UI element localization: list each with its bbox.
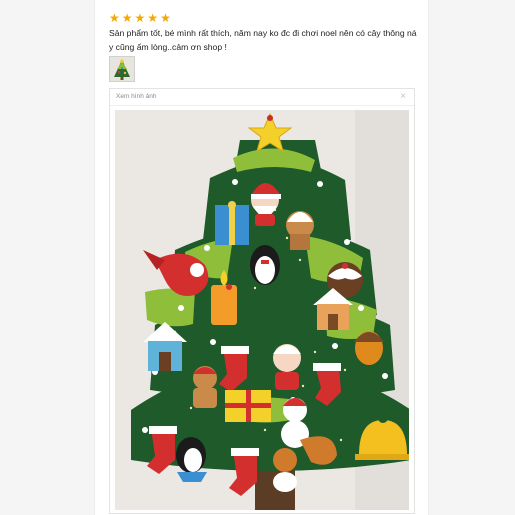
mrs-claus-ornament	[273, 344, 301, 390]
review-card: ★ ★ ★ ★ ★ Sản phẩm tốt, bé mình rất thíc…	[94, 0, 429, 515]
image-viewer-title: Xem hình ảnh	[116, 93, 157, 100]
christmas-tree-photo	[115, 110, 409, 510]
yellow-gift-ornament	[225, 390, 271, 422]
image-viewer: Xem hình ảnh ×	[109, 88, 415, 514]
review-photo	[115, 110, 409, 510]
penguin-ornament	[176, 437, 207, 482]
penguin-ornament	[250, 245, 280, 285]
star-icon: ★	[121, 11, 133, 25]
blue-gift-ornament	[215, 201, 249, 245]
star-icon: ★	[147, 11, 159, 25]
image-viewer-header: Xem hình ảnh ×	[110, 89, 414, 106]
rating-stars: ★ ★ ★ ★ ★	[109, 11, 171, 25]
star-icon: ★	[109, 11, 120, 25]
gingerbread-ornament	[286, 211, 314, 250]
star-icon: ★	[134, 11, 146, 25]
review-text: Sản phẩm tốt, bé mình rất thích, năm nay…	[109, 28, 417, 52]
star-icon: ★	[160, 11, 171, 25]
review-image-thumbnail[interactable]	[109, 56, 135, 82]
close-icon[interactable]: ×	[398, 91, 408, 103]
tree-thumbnail-image	[110, 57, 134, 81]
